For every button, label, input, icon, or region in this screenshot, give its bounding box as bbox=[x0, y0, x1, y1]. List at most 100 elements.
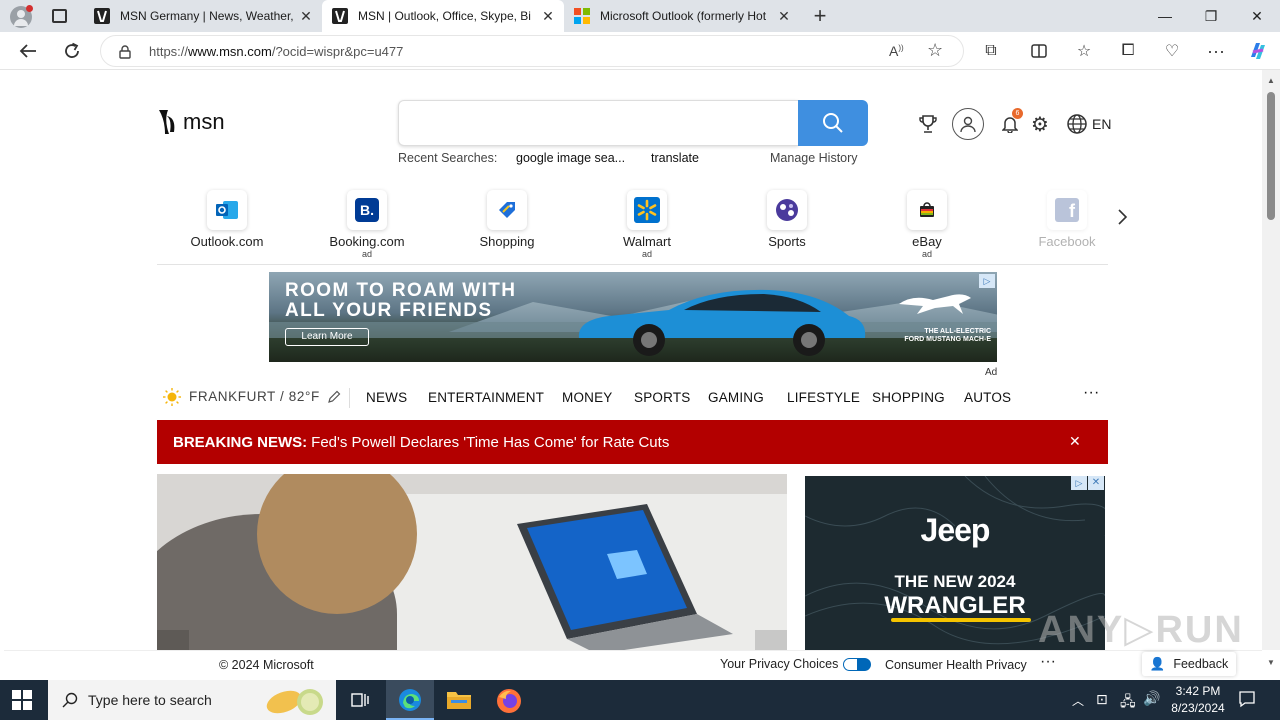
learn-more-button[interactable]: Learn More bbox=[285, 328, 369, 346]
ad-close-icon[interactable]: ✕ bbox=[1088, 476, 1104, 490]
adchoices-icon[interactable]: ▷ bbox=[979, 274, 995, 288]
msn-page: msn Recent Searches: google image sea...… bbox=[4, 70, 1262, 650]
laptop-image bbox=[517, 504, 733, 650]
taskbar-edge-app[interactable] bbox=[386, 680, 434, 720]
ford-banner-ad[interactable]: ROOM TO ROAM WITH ALL YOUR FRIENDS Learn… bbox=[269, 272, 997, 362]
hero-article-image[interactable] bbox=[157, 474, 787, 650]
language-label[interactable]: EN bbox=[1092, 116, 1111, 132]
nav-entertainment[interactable]: ENTERTAINMENT bbox=[428, 390, 544, 405]
quicklink-facebook[interactable]: f Facebook bbox=[1007, 190, 1127, 249]
more-options-icon[interactable]: ··· bbox=[1202, 38, 1230, 64]
volume-icon[interactable]: 🔊 bbox=[1143, 690, 1160, 707]
weather-location[interactable]: FRANKFURT / 82°F bbox=[189, 389, 320, 404]
divider bbox=[157, 264, 1108, 265]
footer-more-icon[interactable]: ··· bbox=[1040, 653, 1056, 671]
profile-avatar-icon[interactable] bbox=[10, 5, 33, 28]
scrollbar-thumb[interactable] bbox=[1267, 92, 1275, 220]
quicklinks-next-chevron-icon[interactable] bbox=[1116, 208, 1136, 232]
recent-search-item[interactable]: google image sea... bbox=[516, 151, 625, 165]
close-tab-icon[interactable]: ✕ bbox=[540, 8, 556, 24]
device-icon[interactable]: ⊡ bbox=[1096, 691, 1108, 708]
web-search-input[interactable] bbox=[398, 100, 798, 146]
jeep-ad-line-1: THE NEW 2024 bbox=[894, 572, 1016, 591]
firefox-logo-icon bbox=[497, 689, 521, 713]
network-icon[interactable]: 🖧 bbox=[1120, 691, 1136, 715]
taskbar-search-box[interactable]: Type here to search bbox=[48, 680, 336, 720]
taskbar-file-explorer[interactable] bbox=[446, 688, 472, 717]
new-tab-button[interactable]: + bbox=[808, 3, 832, 29]
browser-title-bar: MSN Germany | News, Weather, ✕ MSN | Out… bbox=[0, 0, 1280, 32]
task-view-icon[interactable] bbox=[350, 690, 370, 710]
adchoices-icon[interactable]: ▷ bbox=[1071, 476, 1087, 490]
language-globe-icon[interactable] bbox=[1064, 110, 1090, 138]
url-text[interactable]: https://www.msn.com/?ocid=wispr&pc=u477 bbox=[149, 44, 403, 59]
quicklink-ebay[interactable]: eBay ad bbox=[867, 190, 987, 259]
extensions-icon[interactable]: ⧉ bbox=[977, 38, 1005, 64]
nav-shopping[interactable]: SHOPPING bbox=[872, 390, 945, 405]
carousel-prev-button[interactable] bbox=[157, 630, 189, 650]
lock-icon[interactable] bbox=[119, 45, 131, 59]
browser-essentials-icon[interactable]: ♡ bbox=[1158, 38, 1186, 64]
tab-actions-icon[interactable] bbox=[52, 9, 67, 23]
split-screen-icon[interactable] bbox=[1025, 38, 1053, 64]
account-avatar-icon[interactable] bbox=[952, 108, 984, 140]
nav-more-icon[interactable]: ··· bbox=[1083, 384, 1100, 402]
quicklink-outlook[interactable]: Outlook.com bbox=[167, 190, 287, 249]
tab-title: Microsoft Outlook (formerly Hot bbox=[600, 9, 767, 23]
breaking-news-headline[interactable]: Fed's Powell Declares 'Time Has Come' fo… bbox=[311, 434, 669, 451]
recent-search-item[interactable]: translate bbox=[651, 151, 699, 165]
read-aloud-icon[interactable]: A)) bbox=[889, 43, 904, 59]
search-button[interactable] bbox=[798, 100, 868, 146]
restore-button[interactable]: ❐ bbox=[1188, 0, 1234, 32]
address-bar[interactable]: https://www.msn.com/?ocid=wispr&pc=u477 … bbox=[100, 35, 964, 67]
close-tab-icon[interactable]: ✕ bbox=[298, 8, 314, 24]
consumer-health-privacy-link[interactable]: Consumer Health Privacy bbox=[885, 658, 1027, 672]
close-window-button[interactable]: ✕ bbox=[1234, 0, 1280, 32]
msn-logo[interactable]: msn bbox=[156, 108, 225, 136]
tab-msn-outlook[interactable]: MSN | Outlook, Office, Skype, Bi ✕ bbox=[322, 0, 564, 32]
refresh-icon[interactable] bbox=[58, 38, 86, 64]
clock[interactable]: 3:42 PM 8/23/2024 bbox=[1166, 683, 1230, 717]
minimize-button[interactable]: — bbox=[1142, 0, 1188, 32]
scroll-down-arrow-icon[interactable]: ▼ bbox=[1267, 658, 1275, 667]
quicklink-shopping[interactable]: Shopping bbox=[447, 190, 567, 249]
collections-icon[interactable]: ⧠ bbox=[1114, 38, 1142, 64]
carousel-next-button[interactable] bbox=[755, 630, 787, 650]
tab-microsoft-outlook[interactable]: Microsoft Outlook (formerly Hot ✕ bbox=[564, 0, 800, 32]
page-scrollbar[interactable]: ▲ ▼ bbox=[1262, 70, 1280, 667]
feedback-button[interactable]: 👤 Feedback bbox=[1142, 652, 1236, 676]
scroll-up-arrow-icon[interactable]: ▲ bbox=[1267, 76, 1275, 85]
nav-lifestyle[interactable]: LIFESTYLE bbox=[787, 390, 860, 405]
taskbar-firefox[interactable] bbox=[496, 688, 522, 719]
favorites-icon[interactable]: ☆ bbox=[1070, 38, 1098, 64]
favorite-star-icon[interactable]: ☆ bbox=[927, 40, 943, 61]
settings-gear-icon[interactable]: ⚙ bbox=[1028, 110, 1052, 138]
notification-center-icon[interactable] bbox=[1238, 690, 1256, 713]
manage-history-link[interactable]: Manage History bbox=[770, 151, 858, 165]
nav-sports[interactable]: SPORTS bbox=[634, 390, 690, 405]
rewards-trophy-icon[interactable] bbox=[916, 110, 940, 138]
quicklink-booking[interactable]: B. Booking.com ad bbox=[307, 190, 427, 259]
quicklink-walmart[interactable]: Walmart ad bbox=[587, 190, 707, 259]
edit-pencil-icon[interactable] bbox=[327, 390, 341, 404]
close-icon[interactable]: ✕ bbox=[1069, 433, 1081, 450]
back-arrow-icon[interactable] bbox=[14, 38, 42, 64]
privacy-choices-link[interactable]: Your Privacy Choices bbox=[720, 657, 872, 671]
notifications-bell-icon[interactable]: 6 bbox=[998, 108, 1023, 138]
copilot-icon[interactable] bbox=[1244, 38, 1272, 64]
close-tab-icon[interactable]: ✕ bbox=[776, 8, 792, 24]
nav-news[interactable]: NEWS bbox=[366, 390, 407, 405]
quicklink-label: Outlook.com bbox=[190, 234, 264, 249]
nav-autos[interactable]: AUTOS bbox=[964, 390, 1011, 405]
tab-msn-germany[interactable]: MSN Germany | News, Weather, ✕ bbox=[84, 0, 322, 32]
page-footer: © 2024 Microsoft Your Privacy Choices Co… bbox=[4, 609, 1262, 678]
nav-money[interactable]: MONEY bbox=[562, 390, 613, 405]
msn-favicon-icon bbox=[332, 8, 348, 24]
msn-butterfly-icon bbox=[159, 110, 175, 134]
show-hidden-icons-chevron[interactable]: ︿ bbox=[1072, 692, 1084, 709]
quicklink-sports[interactable]: Sports bbox=[727, 190, 847, 249]
nav-gaming[interactable]: GAMING bbox=[708, 390, 764, 405]
breaking-news-banner[interactable]: BREAKING NEWS: Fed's Powell Declares 'Ti… bbox=[157, 420, 1108, 464]
start-button[interactable] bbox=[12, 690, 32, 715]
clock-time: 3:42 PM bbox=[1175, 684, 1221, 698]
